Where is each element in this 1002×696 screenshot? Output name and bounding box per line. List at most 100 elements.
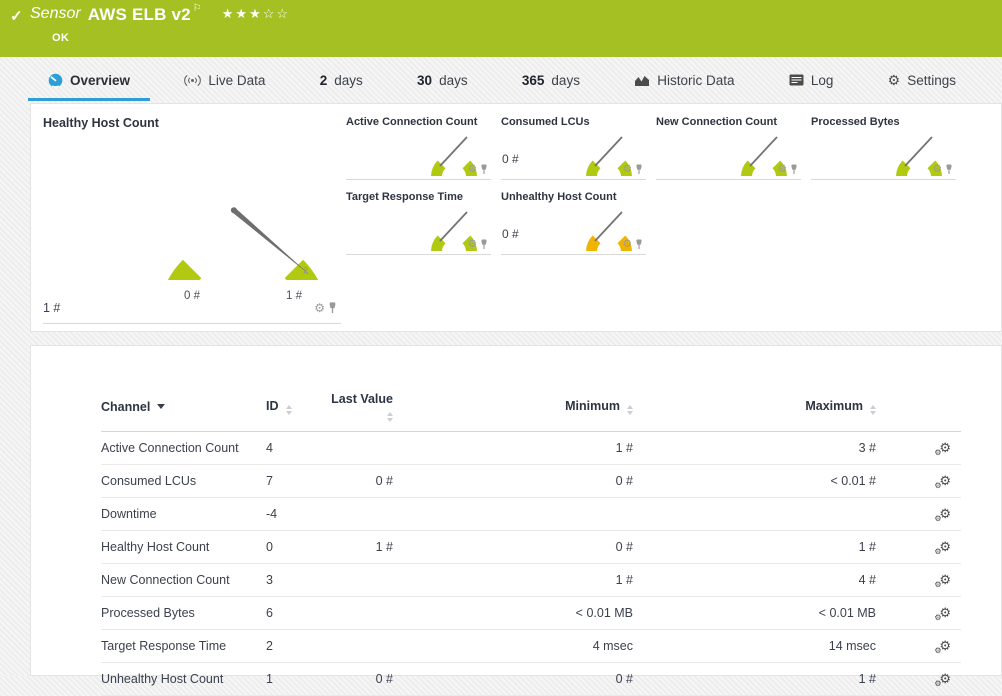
channel-settings-icon[interactable]: ⚙ ⚙ [934,441,951,457]
status-check-icon: ✓ [10,8,23,25]
column-header-channel[interactable]: Channel [101,386,266,432]
column-header-last-value[interactable]: Last Value [326,386,393,432]
channel-settings-icon[interactable]: ⚙ ⚙ [934,606,951,622]
gauge-pin-icon[interactable] [635,164,643,175]
column-header-id[interactable]: ID [266,386,326,432]
channel-maximum: < 0.01 MB [633,596,876,630]
tab-label: Live Data [208,72,266,88]
gauge-settings-icon[interactable]: ⚙ [314,302,325,314]
gauge-settings-icon[interactable]: ⚙ [623,164,632,175]
area-chart-icon [634,74,650,87]
sensor-title: AWS ELB v2 [87,5,191,24]
channel-last-value [326,497,393,531]
channel-name: Downtime [101,497,266,531]
sensor-status: OK [52,32,70,44]
tab-2-days[interactable]: 2 days [300,57,383,103]
tab-30-days[interactable]: 30 days [397,57,488,103]
channel-last-value: 0 # [326,662,393,696]
channel-minimum: 0 # [393,530,633,564]
gauge-settings-icon[interactable]: ⚙ [468,164,477,175]
flag-icon[interactable]: ⚐ [193,3,202,14]
gauge-current-value: 0 # [502,152,519,166]
gauge-average-marker: x̄ [303,266,308,277]
tab-label: Log [810,72,834,88]
tab-number: 2 [319,72,328,88]
gauge-pin-icon[interactable] [480,239,488,250]
channel-settings-icon[interactable]: ⚙ ⚙ [934,573,951,589]
gauge-pin-icon[interactable] [945,164,953,175]
channel-name: Processed Bytes [101,596,266,630]
sort-icon [285,405,292,415]
channel-last-value [326,596,393,630]
tab-label: days [334,72,363,88]
channel-minimum: 0 # [393,464,633,498]
tab-number: 365 [521,72,545,88]
channel-settings-icon[interactable]: ⚙ ⚙ [934,672,951,688]
channel-maximum: 1 # [633,662,876,696]
column-header-actions [876,386,961,432]
channel-minimum: < 0.01 MB [393,596,633,630]
tab-label: Settings [907,72,956,88]
gauge-pin-icon[interactable] [790,164,798,175]
tab-overview[interactable]: Overview [28,57,151,103]
channel-id: 3 [266,563,326,597]
channel-id: 1 [266,662,326,696]
gauge-min-label: 0 # [184,290,200,302]
channel-maximum: 1 # [633,530,876,564]
gauge-cell-new-connection-count: New Connection Count ⚙ [656,114,801,200]
channel-id: 6 [266,596,326,630]
primary-gauge-cell: Healthy Host Count 0 # 1 # x̄ 1 # ⚙ [43,104,341,324]
channel-id: 7 [266,464,326,498]
primary-gauge[interactable] [143,130,343,280]
gauge-pin-icon[interactable] [328,302,337,314]
sort-desc-icon [157,404,166,409]
tab-number: 30 [417,72,433,88]
small-gauges-grid: Active Connection Count ⚙ Consumed LCUs … [346,114,956,275]
channel-minimum [393,497,633,531]
tab-historic-data[interactable]: Historic Data [614,57,754,103]
tab-label: days [439,72,468,88]
channel-settings-icon[interactable]: ⚙ ⚙ [934,474,951,490]
gauge-current-value: 1 # [43,301,61,315]
channel-settings-icon[interactable]: ⚙ ⚙ [934,639,951,655]
table-header-row: Channel ID Last Value Minimum Maximum [101,386,961,432]
channel-name: Healthy Host Count [101,530,266,564]
gauge-cell-unhealthy-host-count: Unhealthy Host Count 0 # ⚙ [501,189,646,275]
channel-last-value [326,563,393,597]
gauge-cell-processed-bytes: Processed Bytes ⚙ [811,114,956,200]
gauge-settings-icon[interactable]: ⚙ [623,239,632,250]
log-icon [789,74,804,86]
tab-settings[interactable]: ⚙ Settings [868,57,976,103]
gauge-title: Healthy Host Count [43,116,159,130]
sensor-header: ✓ Sensor AWS ELB v2 ⚐ ★★★☆☆ OK [0,0,1002,57]
gear-icon: ⚙ [887,72,901,88]
channel-name: Active Connection Count [101,431,266,465]
gauge-settings-icon[interactable]: ⚙ [468,239,477,250]
channel-settings-icon[interactable]: ⚙ ⚙ [934,540,951,556]
gauge-cell-target-response-time: Target Response Time ⚙ [346,189,491,275]
gauge-settings-icon[interactable]: ⚙ [933,164,942,175]
tab-365-days[interactable]: 365 days [502,57,600,103]
channel-last-value: 1 # [326,530,393,564]
table-row: Healthy Host Count 0 1 # 0 # 1 # ⚙ ⚙ [101,530,961,564]
gauge-pin-icon[interactable] [480,164,488,175]
channel-last-value: 0 # [326,464,393,498]
broadcast-icon [184,74,202,87]
channel-table-panel: Channel ID Last Value Minimum Maximum Ac… [30,345,1002,696]
tab-live-data[interactable]: Live Data [164,57,285,103]
channel-settings-icon[interactable]: ⚙ ⚙ [934,507,951,523]
sort-icon [870,405,876,415]
table-row: Processed Bytes 6 < 0.01 MB < 0.01 MB ⚙ ⚙ [101,596,961,630]
gauge-pin-icon[interactable] [635,239,643,250]
priority-stars[interactable]: ★★★☆☆ [222,6,290,22]
table-row: Unhealthy Host Count 1 0 # 0 # 1 # ⚙ ⚙ [101,662,961,696]
tab-label: days [551,72,580,88]
channel-id: -4 [266,497,326,531]
column-header-minimum[interactable]: Minimum [393,386,633,432]
channel-last-value [326,629,393,663]
gauge-cell-active-connection-count: Active Connection Count ⚙ [346,114,491,200]
gauge-settings-icon[interactable]: ⚙ [778,164,787,175]
table-row: Target Response Time 2 4 msec 14 msec ⚙ ⚙ [101,629,961,663]
column-header-maximum[interactable]: Maximum [633,386,876,432]
tab-log[interactable]: Log [769,57,854,103]
